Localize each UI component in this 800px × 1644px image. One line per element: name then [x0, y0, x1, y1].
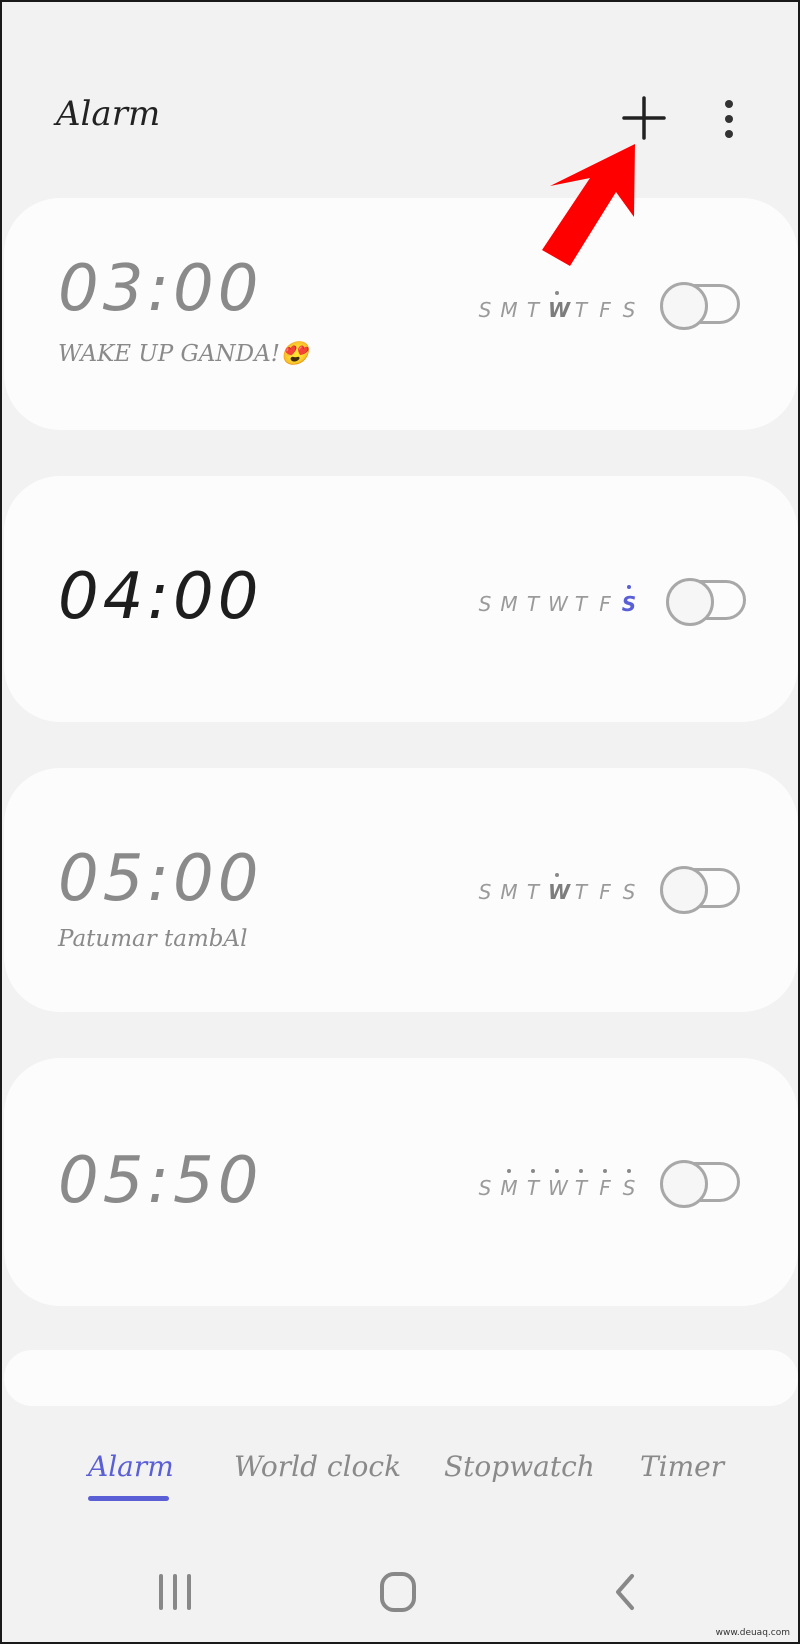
day-sat-selected: S: [620, 1169, 638, 1200]
day-sun: S: [478, 298, 492, 322]
back-button[interactable]: [596, 1562, 656, 1622]
toggle-thumb: [660, 1160, 708, 1208]
day-wed-selected: W: [548, 291, 570, 322]
tab-alarm[interactable]: Alarm: [88, 1450, 174, 1483]
day-sun: S: [478, 1176, 492, 1200]
recents-button[interactable]: [145, 1562, 205, 1622]
alarm-label: WAKE UP GANDA!😍: [58, 341, 309, 367]
alarm-days: S M T W T F S: [476, 291, 638, 322]
home-icon: [380, 1572, 416, 1612]
alarm-time: 03:00: [58, 252, 263, 326]
day-sun: S: [478, 880, 492, 904]
day-mon: M: [500, 592, 518, 616]
day-wed-selected: W: [548, 1169, 568, 1200]
toggle-thumb: [660, 282, 708, 330]
day-sat: S: [622, 880, 636, 904]
day-thu: T: [574, 592, 588, 616]
day-wed: W: [548, 592, 568, 616]
alarm-card-partial[interactable]: [4, 1350, 798, 1406]
bottom-tabs: Alarm World clock Stopwatch Timer: [2, 1450, 798, 1510]
day-tue: T: [526, 298, 540, 322]
day-sun: S: [478, 592, 492, 616]
day-tue-selected: T: [524, 1169, 542, 1200]
day-mon: M: [500, 298, 518, 322]
alarm-days: S M T W T F S: [476, 873, 638, 904]
alarm-time: 05:50: [58, 1144, 263, 1218]
day-tue: T: [526, 592, 540, 616]
tab-timer[interactable]: Timer: [640, 1450, 724, 1483]
alarm-toggle[interactable]: [660, 866, 744, 914]
alarm-card[interactable]: 03:00 WAKE UP GANDA!😍 S M T W T F S: [4, 198, 798, 430]
active-tab-indicator: [88, 1496, 169, 1501]
day-fri: F: [599, 298, 611, 322]
alarm-days: S M T W T F S: [476, 1169, 638, 1200]
tab-stopwatch[interactable]: Stopwatch: [444, 1450, 595, 1483]
add-alarm-button[interactable]: [620, 94, 668, 142]
day-sat: S: [622, 298, 636, 322]
day-mon: M: [500, 880, 518, 904]
day-fri: F: [599, 880, 611, 904]
app-header: Alarm: [2, 2, 798, 198]
day-tue: T: [526, 880, 540, 904]
alarm-card[interactable]: 05:50 S M T W T F S: [4, 1058, 798, 1306]
day-mon-selected: M: [500, 1169, 518, 1200]
day-fri: F: [599, 592, 611, 616]
day-thu: T: [574, 298, 588, 322]
page-title: Alarm: [56, 94, 161, 134]
more-vertical-icon: [725, 100, 733, 138]
watermark: www.deuaq.com: [715, 1628, 790, 1638]
back-icon: [616, 1574, 634, 1610]
alarm-toggle[interactable]: [666, 578, 750, 626]
alarm-time: 05:00: [58, 842, 263, 916]
plus-icon: [622, 96, 666, 140]
alarm-toggle[interactable]: [660, 282, 744, 330]
alarm-time: 04:00: [58, 560, 263, 634]
alarm-toggle[interactable]: [660, 1160, 744, 1208]
more-options-button[interactable]: [714, 98, 744, 142]
alarm-card[interactable]: 05:00 Patumar tambAl S M T W T F S: [4, 768, 798, 1012]
alarm-label: Patumar tambAl: [58, 926, 248, 952]
tab-world-clock[interactable]: World clock: [234, 1450, 401, 1483]
day-sat-selected: S: [620, 585, 638, 616]
alarm-days: S M T W T F S: [476, 585, 638, 616]
day-thu-selected: T: [572, 1169, 590, 1200]
day-thu: T: [574, 880, 588, 904]
toggle-thumb: [660, 866, 708, 914]
red-arrow-annotation: [542, 144, 635, 266]
day-wed-selected: W: [548, 873, 570, 904]
toggle-thumb: [666, 578, 714, 626]
alarm-card[interactable]: 04:00 S M T W T F S: [4, 476, 798, 722]
day-fri-selected: F: [596, 1169, 614, 1200]
system-navbar: [2, 1562, 798, 1622]
recents-icon: [159, 1574, 191, 1610]
home-button[interactable]: [368, 1562, 428, 1622]
